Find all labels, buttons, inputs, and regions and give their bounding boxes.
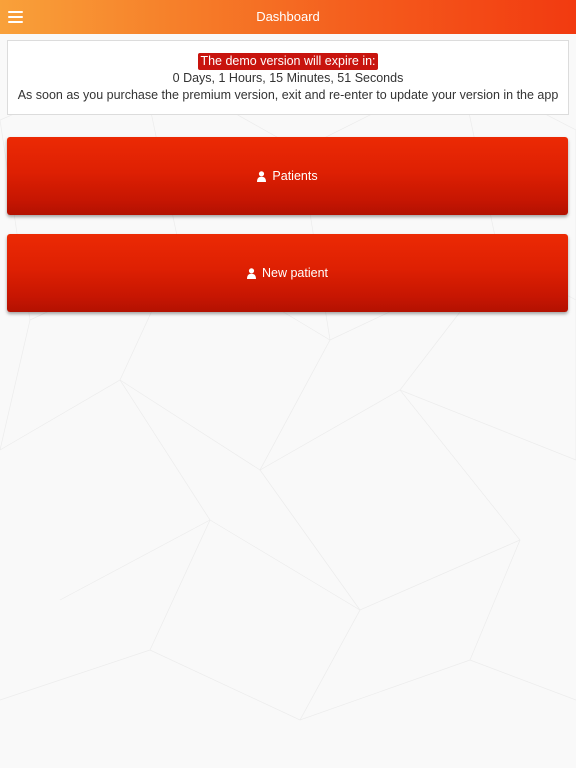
new-patient-button-label: New patient — [261, 266, 328, 280]
purchase-message: As soon as you purchase the premium vers… — [17, 88, 559, 102]
new-patient-button[interactable]: New patient — [7, 234, 568, 312]
patients-button-label: Patients — [272, 169, 318, 183]
user-icon — [246, 267, 256, 279]
patients-button[interactable]: Patients — [7, 137, 568, 215]
background-pattern — [0, 59, 576, 721]
page-title: Dashboard — [256, 9, 320, 24]
app-header: Dashboard — [0, 0, 576, 34]
user-icon — [257, 170, 267, 182]
hamburger-menu-icon[interactable] — [6, 7, 26, 27]
countdown-text: 0 Days, 1 Hours, 15 Minutes, 51 Seconds — [172, 71, 404, 85]
expiry-badge: The demo version will expire in: — [198, 53, 378, 70]
demo-expiry-notice: The demo version will expire in: 0 Days,… — [7, 40, 569, 115]
